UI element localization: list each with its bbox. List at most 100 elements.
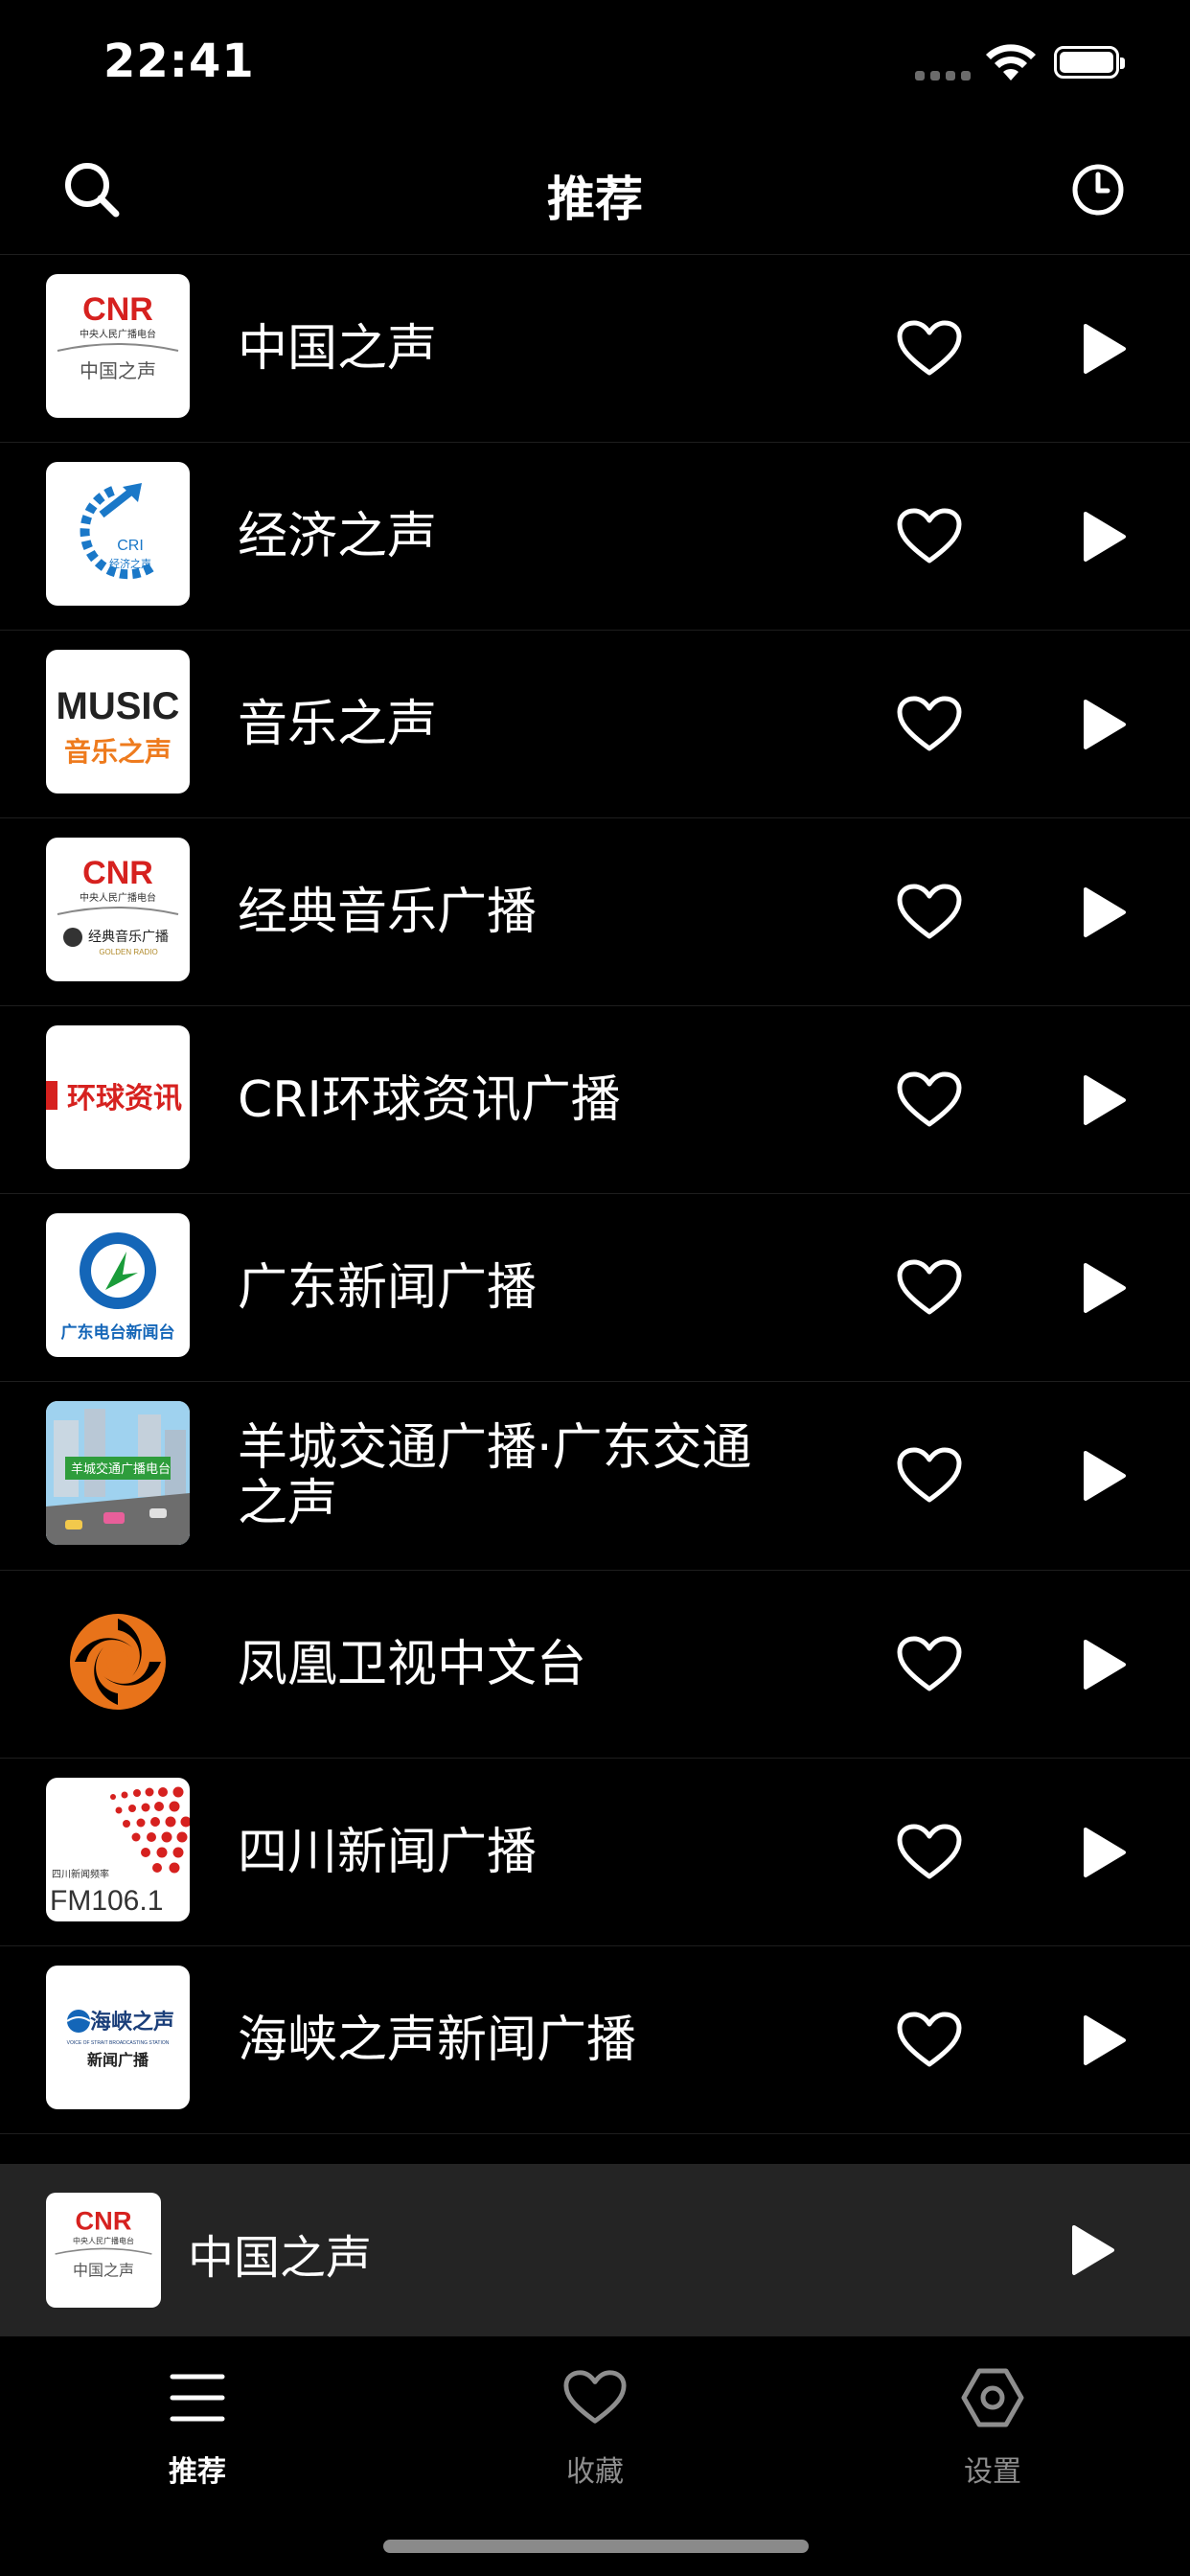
- play-icon: [1072, 2225, 1114, 2275]
- favorite-button[interactable]: [891, 631, 968, 817]
- logo-text: 中央人民广播电台: [80, 328, 156, 340]
- station-name: 广东新闻广播: [238, 1258, 538, 1317]
- station-row[interactable]: 凤凰卫视中文台: [0, 1571, 1190, 1759]
- station-row[interactable]: CNR 中央人民广播电台 中国之声 中国之声: [0, 255, 1190, 443]
- heart-outline-icon: [563, 2370, 627, 2424]
- heart-outline-icon: [897, 1259, 962, 1314]
- logo-text: VOICE OF STRAIT BROADCASTING STATION: [67, 2040, 170, 2046]
- wifi-icon: [986, 44, 1036, 80]
- history-clock-icon[interactable]: [1067, 159, 1129, 220]
- heart-outline-icon: [897, 320, 962, 375]
- tab-favorites[interactable]: 收藏: [480, 2356, 710, 2499]
- voice-of-strait-logo: 海峡之声 VOICE OF STRAIT BROADCASTING STATIO…: [46, 1966, 190, 2109]
- logo-text: 经济之声: [109, 557, 151, 570]
- menu-lines-icon: [170, 2374, 225, 2422]
- heart-outline-icon: [897, 1447, 962, 1503]
- station-row[interactable]: CNR 中央人民广播电台 经典音乐广播 GOLDEN RADIO 经典音乐广播: [0, 818, 1190, 1006]
- play-button[interactable]: [1065, 1571, 1142, 1758]
- heart-outline-icon: [897, 884, 962, 938]
- guangzhou-traffic-logo: 羊城交通广播电台: [46, 1401, 190, 1545]
- logo-text: 四川新闻频率: [52, 1868, 109, 1880]
- logo-text: 环球资讯: [67, 1082, 182, 1116]
- station-row[interactable]: MUSIC 音乐之声 音乐之声: [0, 631, 1190, 818]
- logo-text: 中央人民广播电台: [73, 2236, 134, 2245]
- cnr-voice-of-china-logo: CNR 中央人民广播电台 中国之声: [46, 274, 190, 418]
- logo-text: 中国之声: [73, 2261, 134, 2279]
- heart-outline-icon: [897, 1071, 962, 1126]
- play-icon: [1084, 1262, 1126, 1313]
- logo-text: CRI: [117, 538, 144, 554]
- favorite-button[interactable]: [891, 1194, 968, 1381]
- tab-recommend[interactable]: 推荐: [82, 2356, 312, 2499]
- favorite-button[interactable]: [891, 1571, 968, 1758]
- station-name: 海峡之声新闻广播: [238, 2011, 637, 2069]
- station-name: 凤凰卫视中文台: [238, 1635, 587, 1693]
- station-name: 羊城交通广播·广东交通之声: [238, 1419, 752, 1532]
- heart-outline-icon: [897, 2012, 962, 2066]
- station-row[interactable]: 环球资讯 CRI环球资讯广播: [0, 1006, 1190, 1194]
- favorite-button[interactable]: [891, 1006, 968, 1193]
- logo-text: CNR: [82, 855, 153, 891]
- nav-bar: 推荐: [0, 134, 1190, 255]
- station-name: 经济之声: [238, 507, 438, 565]
- play-icon: [1084, 2014, 1126, 2065]
- play-button[interactable]: [1065, 255, 1142, 442]
- phoenix-tv-logo: [46, 1590, 190, 1734]
- play-button[interactable]: [1065, 818, 1142, 1005]
- home-indicator: [383, 2540, 809, 2553]
- favorite-button[interactable]: [891, 818, 968, 1005]
- logo-text: 广东电台新闻台: [61, 1322, 175, 1343]
- station-name: 四川新闻广播: [238, 1823, 538, 1881]
- mini-player-play-button[interactable]: [1044, 2202, 1140, 2298]
- station-name: 中国之声: [238, 319, 438, 378]
- logo-text: 经典音乐广播: [88, 929, 169, 945]
- station-list[interactable]: CNR 中央人民广播电台 中国之声 中国之声 CRI 经济之声 经济之声 MUS…: [0, 255, 1190, 2164]
- cnr-economy-logo: CRI 经济之声: [46, 462, 190, 606]
- station-row[interactable]: 羊城交通广播电台 羊城交通广播·广东交通之声: [0, 1382, 1190, 1571]
- tab-settings[interactable]: 设置: [878, 2356, 1108, 2499]
- station-row[interactable]: 广东电台新闻台 广东新闻广播: [0, 1194, 1190, 1382]
- heart-outline-icon: [897, 1636, 962, 1690]
- station-name: 音乐之声: [238, 695, 438, 753]
- play-button[interactable]: [1065, 1194, 1142, 1381]
- play-button[interactable]: [1065, 1006, 1142, 1193]
- now-playing-title: 中国之声: [188, 2231, 373, 2285]
- station-row[interactable]: 四川新闻频率 FM106.1 四川新闻广播: [0, 1759, 1190, 1946]
- status-bar: 22:41: [0, 0, 1190, 125]
- station-row[interactable]: CRI 经济之声 经济之声: [0, 443, 1190, 631]
- tab-label: 设置: [964, 2455, 1021, 2489]
- play-icon: [1084, 886, 1126, 937]
- mini-player[interactable]: CNR 中央人民广播电台 中国之声 中国之声: [0, 2164, 1190, 2336]
- favorite-button[interactable]: [891, 1946, 968, 2133]
- station-row[interactable]: 海峡之声 VOICE OF STRAIT BROADCASTING STATIO…: [0, 1946, 1190, 2134]
- sichuan-news-logo: 四川新闻频率 FM106.1: [46, 1778, 190, 1921]
- play-icon: [1084, 1074, 1126, 1125]
- favorite-button[interactable]: [891, 1382, 968, 1570]
- cnr-classic-music-logo: CNR 中央人民广播电台 经典音乐广播 GOLDEN RADIO: [46, 838, 190, 981]
- logo-text: FM106.1: [50, 1885, 163, 1917]
- mini-player-logo: CNR 中央人民广播电台 中国之声: [46, 2193, 161, 2308]
- cri-global-news-logo: 环球资讯: [46, 1025, 190, 1169]
- logo-text: 海峡之声: [90, 2010, 174, 2035]
- logo-text: MUSIC: [57, 685, 180, 727]
- favorite-button[interactable]: [891, 443, 968, 630]
- status-time: 22:41: [103, 34, 255, 88]
- logo-text: 音乐之声: [64, 736, 172, 768]
- play-button[interactable]: [1065, 1382, 1142, 1570]
- favorite-button[interactable]: [891, 255, 968, 442]
- cellular-signal-icon: [915, 71, 971, 80]
- logo-text: 羊城交通广播电台: [71, 1461, 171, 1477]
- heart-outline-icon: [897, 696, 962, 750]
- favorite-button[interactable]: [891, 1759, 968, 1945]
- heart-outline-icon: [897, 508, 962, 563]
- play-button[interactable]: [1065, 1759, 1142, 1945]
- page-title: 推荐: [547, 172, 643, 227]
- music-radio-logo: MUSIC 音乐之声: [46, 650, 190, 794]
- play-button[interactable]: [1065, 443, 1142, 630]
- logo-text: CNR: [82, 291, 153, 328]
- play-button[interactable]: [1065, 631, 1142, 817]
- settings-hexagon-icon: [961, 2368, 1024, 2427]
- play-button[interactable]: [1065, 1946, 1142, 2133]
- play-icon: [1084, 1451, 1126, 1501]
- logo-text: 新闻广播: [87, 2051, 149, 2069]
